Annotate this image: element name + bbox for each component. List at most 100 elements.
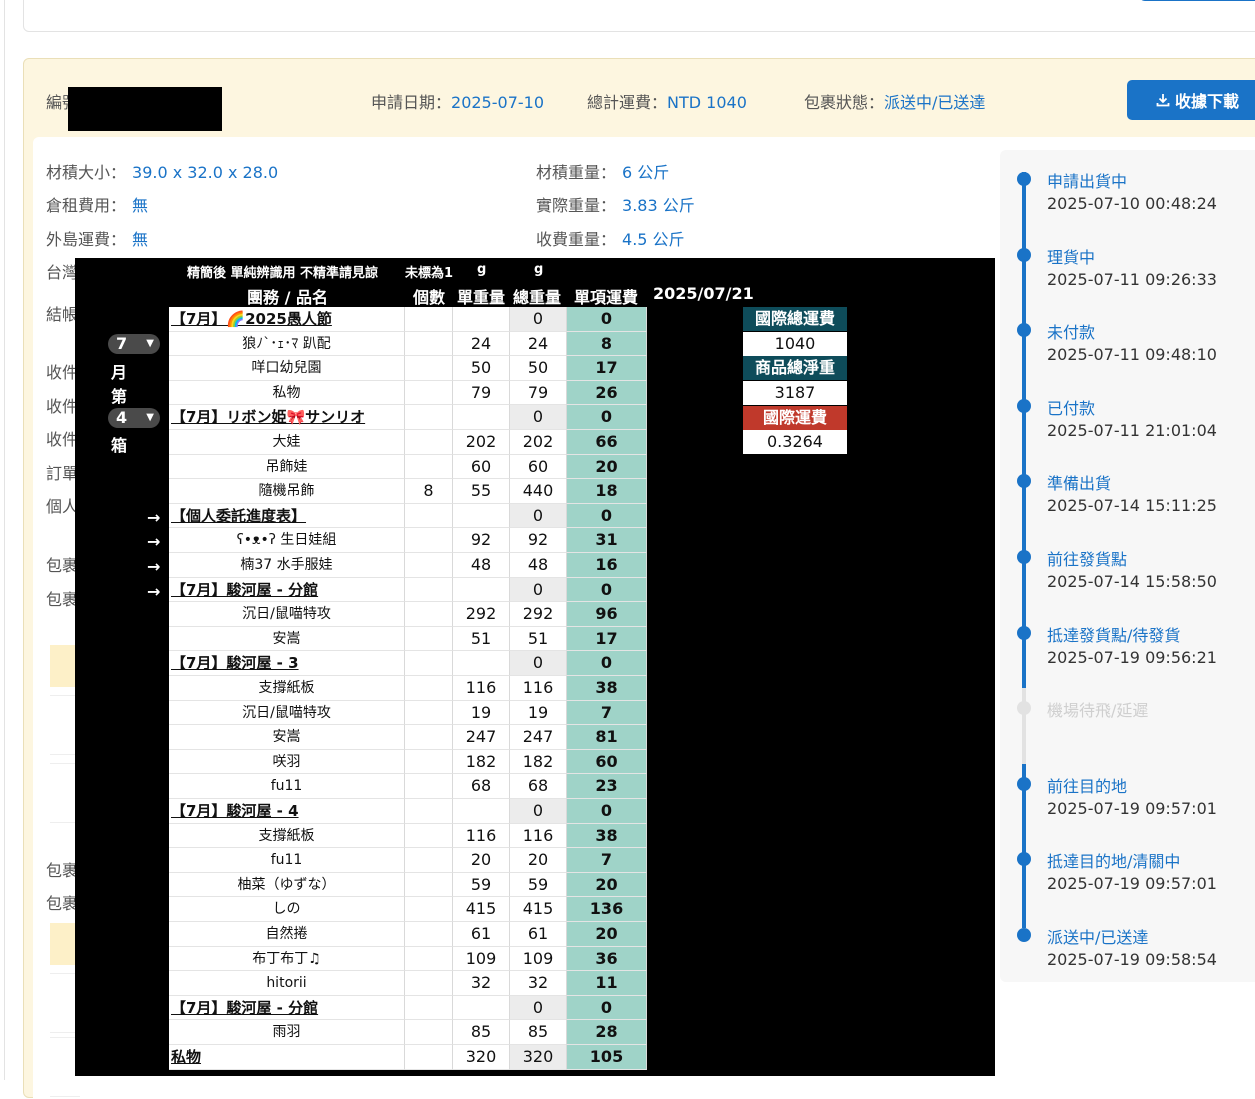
item-name-cell: 安嵩 [169,626,405,652]
total-weight-cell: 51 [510,626,567,652]
item-fee-cell: 7 [567,700,647,726]
sheet-note: 精簡後 單純辨識用 不精準請見諒 [187,266,379,281]
total-weight-cell: 182 [510,749,567,775]
item-name-cell: 【7月】駿河屋 - 4 [169,799,405,824]
timeline-step-time: 2025-07-14 15:11:25 [1047,496,1217,516]
total-weight-cell: 61 [510,922,567,947]
timeline-dot-icon [1017,172,1031,186]
total-weight-cell: 92 [510,528,567,553]
timeline-item: 未付款 2025-07-11 09:48:10 [1000,309,1255,369]
unit-weight-cell: 48 [453,553,510,578]
timeline-item: 機場待飛/延遲 [1000,687,1255,747]
item-count-cell [405,823,453,849]
item-count-cell [405,1020,453,1045]
item-name-cell: 咩口幼兒園 [169,356,405,381]
unit-weight-cell [453,577,510,603]
item-fee-cell: 81 [567,725,647,750]
item-count-cell [405,1045,453,1070]
item-name-cell: 【7月】リボン姫🎀サンリオ [169,405,405,430]
detail-label: 訂單 [46,464,79,483]
timeline-step-time: 2025-07-19 09:57:01 [1047,798,1217,818]
unit-weight-cell: 68 [453,774,510,799]
timeline-step-time: 2025-07-11 21:01:04 [1047,420,1217,440]
intl-total-fee-label: 國際總運費 [743,307,847,331]
item-fee-cell: 20 [567,872,647,898]
item-fee-cell: 17 [567,626,647,652]
total-weight-cell: 0 [510,651,567,676]
unit-weight-cell [453,651,510,676]
arrow-marker: → [147,532,161,551]
total-weight-cell: 109 [510,946,567,972]
box-dropdown[interactable]: 4 ▼ [108,408,160,428]
weight-spreadsheet-image: 7 ▼ 月 第 4 ▼ 箱 → → → → 精簡後 單純辨識用 不精準請見諒 未標為… [75,258,995,1076]
item-fee-cell: 0 [567,799,647,824]
item-name-cell: 【7月】駿河屋 - 分館 [169,995,405,1021]
item-fee-cell: 20 [567,454,647,480]
sheet-note-default: 未標為1 [405,266,454,281]
previous-download-button[interactable] [1139,0,1255,1]
package-status: 包裹狀態：派送中/已送達 [804,89,985,113]
total-weight-cell: 0 [510,503,567,529]
arrow-marker: → [147,508,161,527]
total-weight-cell: 85 [510,1020,567,1045]
island-fee-value: 無 [132,230,149,249]
actual-weight-field: 實際重量： 3.83 公斤 [536,192,695,216]
unit-weight-cell: 50 [453,356,510,381]
item-count-cell [405,626,453,652]
receipt-download-button[interactable]: 收據下載 [1127,80,1255,120]
unit-weight-cell [453,503,510,529]
unit-weight-cell: 292 [453,602,510,627]
unit-weight-cell: 32 [453,971,510,996]
timeline-item: 申請出貨中 2025-07-10 00:48:24 [1000,158,1255,218]
unit-weight-cell: 20 [453,848,510,873]
volume-label: 材積大小： [46,163,127,182]
storage-field: 倉租費用： 無 [46,192,148,216]
col-count-header: 個數 [413,288,446,307]
charge-weight-field: 收費重量： 4.5 公斤 [536,226,685,250]
detail-label: 包裹 [46,590,79,609]
total-weight-cell: 19 [510,700,567,726]
detail-label: 結帳 [46,305,79,324]
month-dropdown[interactable]: 7 ▼ [108,334,160,354]
unit-weight-cell: 19 [453,700,510,726]
unit-weight-cell [453,307,510,332]
volume-value: 39.0 x 32.0 x 28.0 [132,163,279,182]
item-count-cell [405,676,453,701]
item-count-cell [405,799,453,824]
apply-date-value: 2025-07-10 [451,93,544,112]
item-fee-cell: 36 [567,946,647,972]
unit-g-label: g [534,262,544,277]
total-weight-cell: 59 [510,872,567,898]
col-fee-header: 單項運費 [574,288,639,307]
item-count-cell [405,651,453,676]
item-count-cell [405,848,453,873]
chevron-down-icon: ▼ [146,338,154,349]
timeline-step-title: 抵達發貨點/待發貨 [1047,625,1181,645]
total-weight-cell: 0 [510,307,567,332]
total-weight-cell: 292 [510,602,567,627]
timeline-step-title: 前往目的地 [1047,776,1128,796]
unit-weight-cell: 79 [453,380,510,406]
item-name-cell: 雨羽 [169,1020,405,1045]
item-name-cell: 支撐紙板 [169,823,405,849]
item-name-cell: ʕ•ᴥ•ʔ 生日娃組 [169,528,405,553]
timeline-step-time: 2025-07-10 00:48:24 [1047,194,1217,213]
actual-weight-label: 實際重量： [536,196,617,215]
intl-fee-value: 0.3264 [743,430,847,454]
charge-weight-value: 4.5 公斤 [622,230,685,249]
timeline-dot-icon [1017,701,1031,716]
box-value: 4 [116,408,128,427]
item-count-cell [405,995,453,1021]
island-fee-field: 外島運費： 無 [46,226,148,250]
item-count-cell [405,553,453,578]
item-count-cell [405,922,453,947]
item-fee-cell: 0 [567,503,647,529]
item-name-cell: fu11 [169,848,405,873]
total-weight-cell: 0 [510,799,567,824]
unit-weight-cell [453,995,510,1021]
item-count-cell [405,454,453,480]
item-fee-cell: 11 [567,971,647,996]
item-fee-cell: 66 [567,430,647,455]
total-weight-cell: 79 [510,380,567,406]
item-name-cell: 柚菜（ゆずな） [169,872,405,898]
